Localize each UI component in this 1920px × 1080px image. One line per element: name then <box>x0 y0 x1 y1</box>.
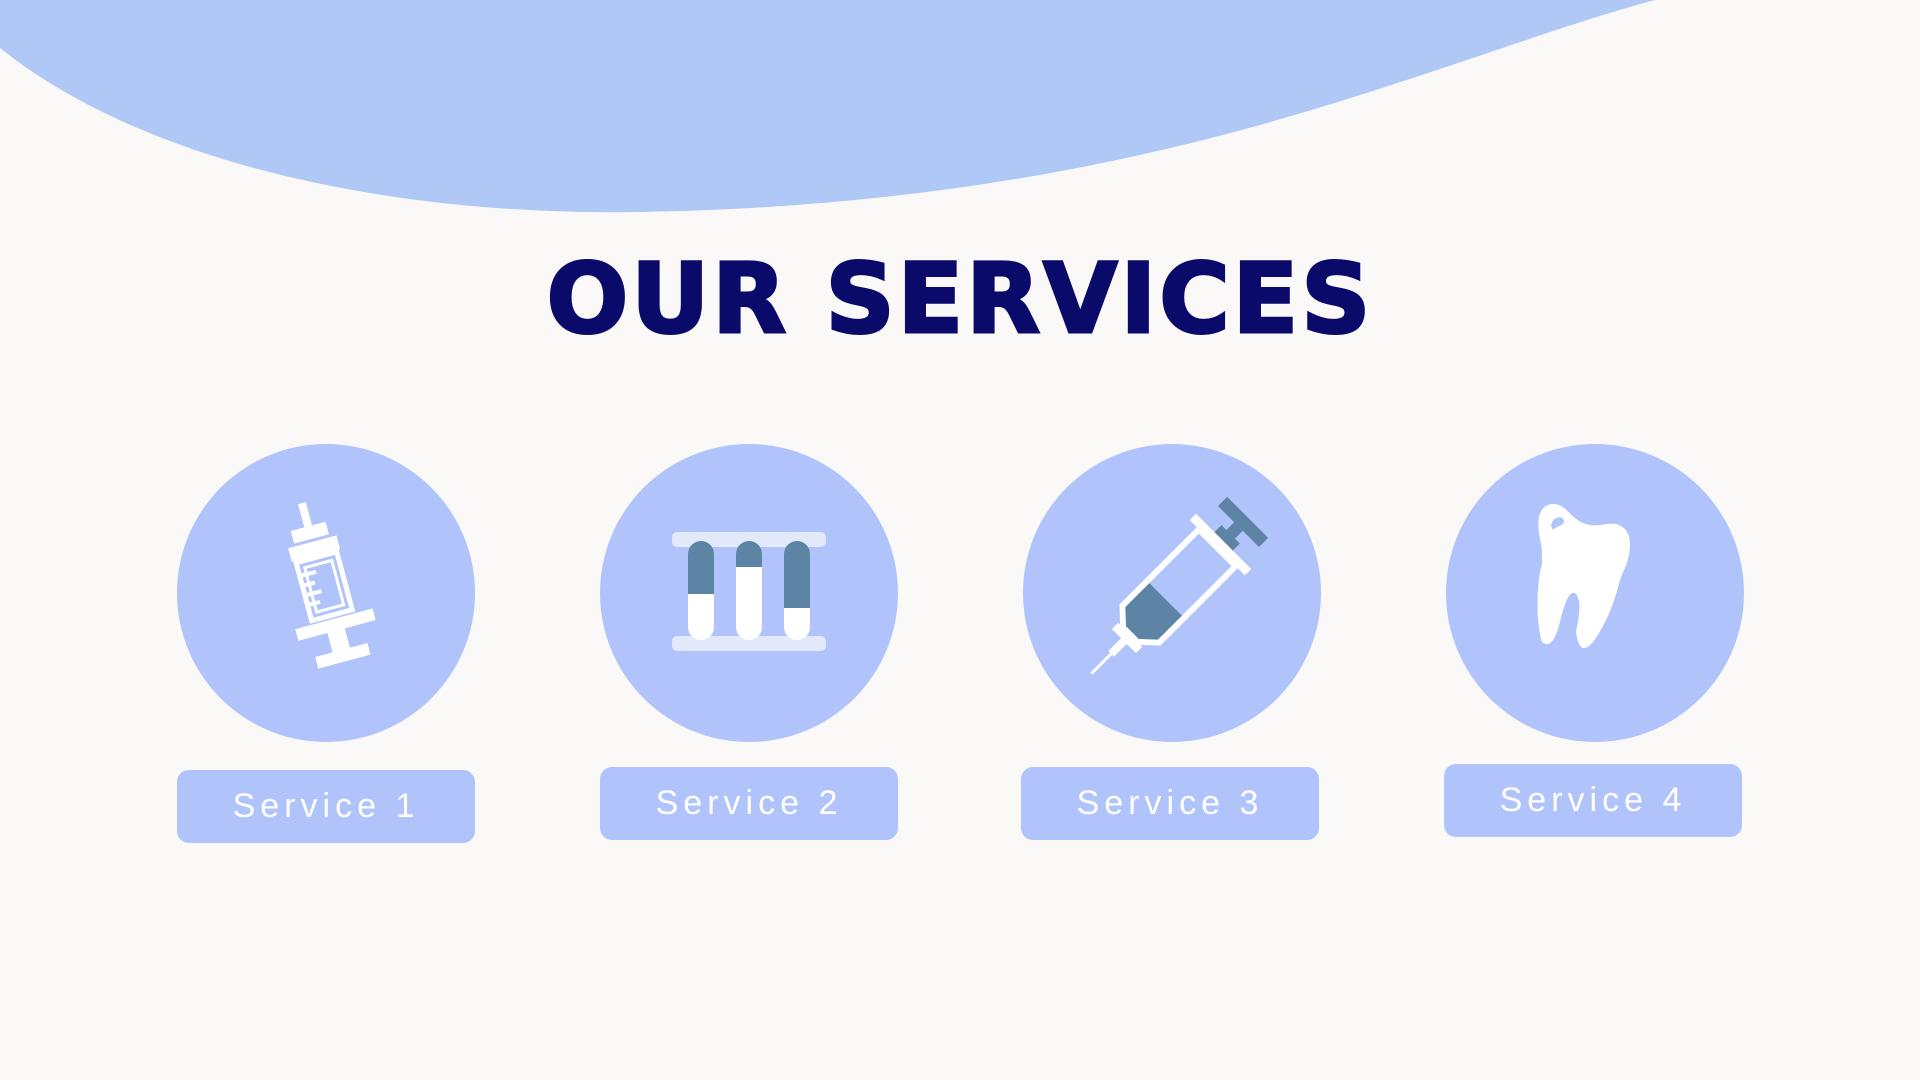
service-3-button[interactable]: Service 3 <box>1021 767 1319 840</box>
syringe-icon <box>1090 496 1269 675</box>
service-4-button[interactable]: Service 4 <box>1444 764 1742 837</box>
service-2-circle <box>600 444 898 742</box>
vaccine-syringe-icon <box>288 502 376 669</box>
test-tubes-icon <box>672 532 826 651</box>
service-2-button[interactable]: Service 2 <box>600 767 898 840</box>
service-1-circle <box>177 444 475 742</box>
service-3-circle <box>1023 444 1321 742</box>
tooth-icon <box>1537 504 1631 649</box>
service-4-circle <box>1446 444 1744 742</box>
service-1-button[interactable]: Service 1 <box>177 770 475 843</box>
decorative-wave <box>0 0 1655 213</box>
page-title: OUR SERVICES <box>545 243 1374 356</box>
